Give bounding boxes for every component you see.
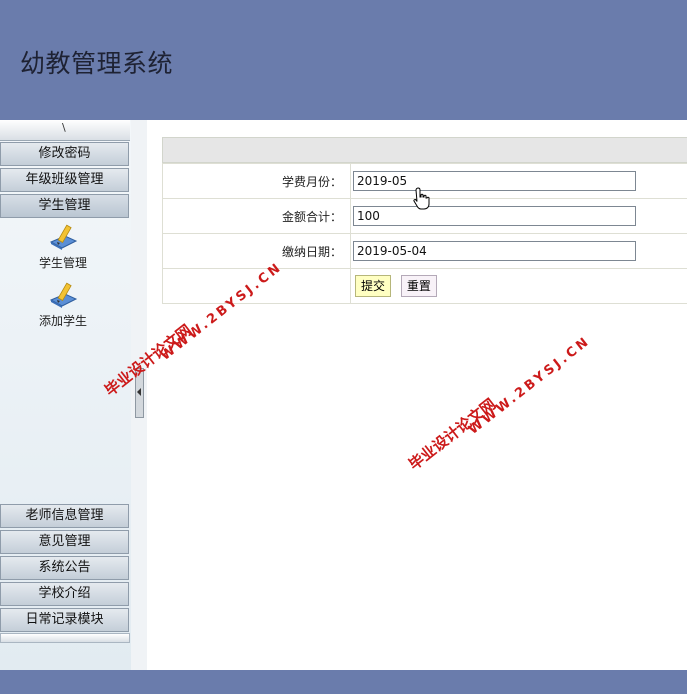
fee-form: 学费月份： 金额合计： 缴纳日期： 提交 重置 [162, 137, 687, 304]
menu-feedback[interactable]: 意见管理 [0, 530, 129, 554]
app-footer [0, 670, 687, 694]
watermark-url: WWW.2BYSJ.CN [466, 333, 594, 438]
sidebar-bottom-bar [0, 633, 130, 643]
menu-announcement[interactable]: 系统公告 [0, 556, 129, 580]
month-input[interactable] [353, 171, 636, 191]
menu-daily-records[interactable]: 日常记录模块 [0, 608, 129, 632]
pencil-book-icon [49, 282, 78, 308]
sidebar-collapse-bar[interactable]: \ [0, 120, 130, 141]
menu-grade-class[interactable]: 年级班级管理 [0, 168, 129, 192]
reset-button[interactable]: 重置 [400, 275, 437, 297]
sub-item-student-management[interactable]: 学生管理 [26, 222, 100, 271]
field-label-pay-date: 缴纳日期： [162, 233, 351, 269]
form-header-bar [162, 137, 687, 163]
pay-date-input[interactable] [353, 241, 636, 261]
menu-change-password[interactable]: 修改密码 [0, 142, 129, 166]
collapse-mark: \ [62, 121, 66, 134]
form-row: 缴纳日期： [162, 233, 687, 269]
sub-item-add-student[interactable]: 添加学生 [26, 280, 100, 329]
sub-item-label: 添加学生 [38, 314, 87, 328]
app-title: 幼教管理系统 [20, 49, 174, 78]
menu-student-management[interactable]: 学生管理 [0, 194, 129, 218]
field-label-month: 学费月份： [162, 163, 351, 199]
sub-item-label: 学生管理 [38, 256, 87, 270]
hand-cursor-icon [413, 187, 430, 210]
amount-input[interactable] [353, 206, 636, 226]
form-table: 学费月份： 金额合计： 缴纳日期： 提交 重置 [162, 163, 687, 304]
submit-button[interactable]: 提交 [355, 275, 392, 297]
watermark-text: 毕业设计论文网 [405, 394, 500, 474]
app-header: 幼教管理系统 [0, 0, 687, 120]
field-label-amount: 金额合计： [162, 198, 351, 234]
pencil-book-icon [49, 224, 78, 250]
menu-school-intro[interactable]: 学校介绍 [0, 582, 129, 606]
arrow-left-icon [137, 388, 141, 396]
menu-teacher-info[interactable]: 老师信息管理 [0, 504, 129, 528]
